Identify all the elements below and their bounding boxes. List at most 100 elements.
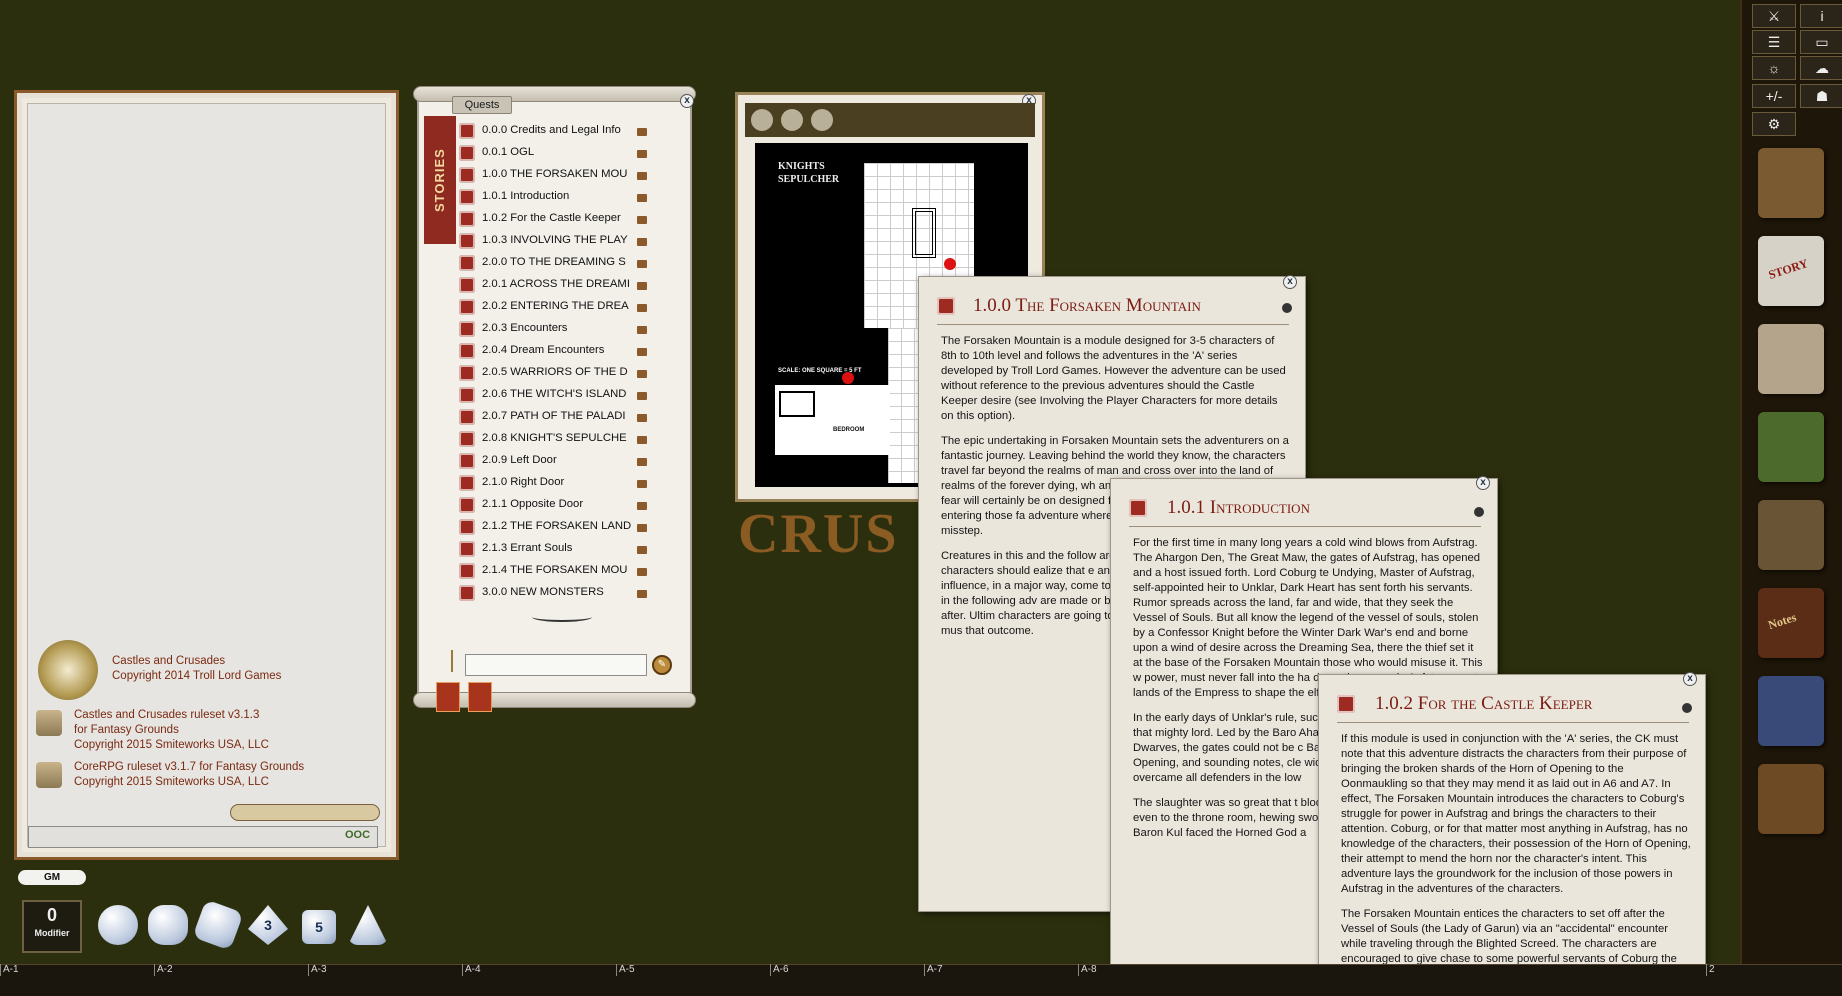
map-pin-icon[interactable] bbox=[842, 372, 854, 384]
story-close-icon[interactable]: x bbox=[1476, 476, 1490, 490]
story-entry-icon[interactable] bbox=[459, 541, 475, 557]
shared-lock-icon[interactable] bbox=[637, 480, 647, 488]
quest-list-item[interactable]: 1.0.2 For the Castle Keeper bbox=[459, 210, 689, 230]
shared-lock-icon[interactable] bbox=[637, 194, 647, 202]
quest-list-item[interactable]: 2.1.1 Opposite Door bbox=[459, 496, 689, 516]
shared-lock-icon[interactable] bbox=[637, 370, 647, 378]
story-close-icon[interactable]: x bbox=[1683, 672, 1697, 686]
weather-icon[interactable]: ☁ bbox=[1800, 56, 1842, 80]
quest-tab-2[interactable] bbox=[468, 682, 492, 712]
shared-lock-icon[interactable] bbox=[637, 128, 647, 136]
chat-mode-select[interactable] bbox=[230, 804, 380, 821]
story-entry-icon[interactable] bbox=[459, 299, 475, 315]
modifier-icon[interactable]: +/- bbox=[1752, 84, 1796, 108]
quest-list-item[interactable]: 2.0.2 ENTERING THE DREA bbox=[459, 298, 689, 318]
eraser-tool-icon[interactable] bbox=[811, 109, 833, 131]
shared-lock-icon[interactable] bbox=[637, 590, 647, 598]
story-entry-icon[interactable] bbox=[459, 189, 475, 205]
quest-tab-1[interactable] bbox=[436, 682, 460, 712]
shared-lock-icon[interactable] bbox=[637, 568, 647, 576]
ooc-toggle[interactable]: OOC bbox=[345, 829, 370, 841]
story-entry-icon[interactable] bbox=[459, 233, 475, 249]
quest-list-item[interactable]: 2.0.0 TO THE DREAMING S bbox=[459, 254, 689, 274]
sidebar-monsters-icon[interactable] bbox=[1758, 412, 1824, 482]
quest-list-item[interactable]: 1.0.1 Introduction bbox=[459, 188, 689, 208]
shared-lock-icon[interactable] bbox=[637, 502, 647, 510]
quest-list-item[interactable]: 1.0.0 THE FORSAKEN MOU bbox=[459, 166, 689, 186]
sidebar-notes-icon[interactable]: Notes bbox=[1758, 588, 1824, 658]
quest-list-item[interactable]: 0.0.0 Credits and Legal Info bbox=[459, 122, 689, 142]
quest-list-item[interactable]: 2.1.4 THE FORSAKEN MOU bbox=[459, 562, 689, 582]
shared-lock-icon[interactable] bbox=[637, 458, 647, 466]
story-entry-icon[interactable] bbox=[459, 409, 475, 425]
chat-input[interactable] bbox=[28, 826, 378, 848]
sidebar-modules-icon[interactable] bbox=[1758, 676, 1824, 746]
link-icon[interactable] bbox=[1282, 303, 1292, 313]
sidebar-pictures-icon[interactable] bbox=[1758, 324, 1824, 394]
story-entry-icon[interactable] bbox=[459, 343, 475, 359]
d6-die-icon[interactable]: 5 bbox=[302, 910, 336, 944]
story-entry-icon[interactable] bbox=[459, 431, 475, 447]
shared-lock-icon[interactable] bbox=[637, 150, 647, 158]
character-icon[interactable]: ☗ bbox=[1800, 84, 1842, 108]
shared-lock-icon[interactable] bbox=[637, 546, 647, 554]
stories-tab[interactable]: STORIES bbox=[424, 116, 456, 244]
shared-lock-icon[interactable] bbox=[637, 436, 647, 444]
quest-list-item[interactable]: 2.0.8 KNIGHT'S SEPULCHE bbox=[459, 430, 689, 450]
quest-list-item[interactable]: 2.0.6 THE WITCH'S ISLAND bbox=[459, 386, 689, 406]
shared-lock-icon[interactable] bbox=[637, 216, 647, 224]
sidebar-story-icon[interactable]: STORY bbox=[1758, 236, 1824, 306]
story-entry-icon[interactable] bbox=[459, 475, 475, 491]
sidebar-library-icon[interactable] bbox=[1758, 764, 1824, 834]
story-entry-icon[interactable] bbox=[459, 519, 475, 535]
image-icon[interactable]: ▭ bbox=[1800, 30, 1842, 54]
story-entry-icon[interactable] bbox=[459, 123, 475, 139]
link-icon[interactable] bbox=[1474, 507, 1484, 517]
d4-die-icon[interactable] bbox=[348, 905, 388, 945]
story-entry-icon[interactable] bbox=[459, 211, 475, 227]
story-entry-icon[interactable] bbox=[459, 321, 475, 337]
story-entry-icon[interactable] bbox=[459, 277, 475, 293]
quest-list-item[interactable]: 2.0.7 PATH OF THE PALADI bbox=[459, 408, 689, 428]
quest-list-item[interactable]: 0.0.1 OGL bbox=[459, 144, 689, 164]
story-entry-icon[interactable] bbox=[459, 585, 475, 601]
quest-list-item[interactable]: 2.0.9 Left Door bbox=[459, 452, 689, 472]
quest-edit-button[interactable]: ✎ bbox=[652, 655, 672, 675]
shared-lock-icon[interactable] bbox=[637, 392, 647, 400]
quest-list-item[interactable]: 2.0.4 Dream Encounters bbox=[459, 342, 689, 362]
shared-lock-icon[interactable] bbox=[637, 326, 647, 334]
story-entry-icon[interactable] bbox=[459, 453, 475, 469]
quests-close-icon[interactable]: x bbox=[680, 94, 694, 108]
options-gear-icon[interactable]: ⚙ bbox=[1752, 112, 1796, 136]
shared-lock-icon[interactable] bbox=[637, 304, 647, 312]
sidebar-items-icon[interactable] bbox=[1758, 500, 1824, 570]
modifier-box[interactable]: 0 Modifier bbox=[22, 900, 82, 953]
d10-die-icon[interactable] bbox=[192, 899, 243, 950]
shared-lock-icon[interactable] bbox=[637, 260, 647, 268]
map-pin-icon[interactable] bbox=[944, 258, 956, 270]
d20-die-icon[interactable] bbox=[98, 905, 138, 945]
shared-lock-icon[interactable] bbox=[637, 172, 647, 180]
story-entry-icon[interactable] bbox=[459, 365, 475, 381]
party-icon[interactable]: i bbox=[1800, 4, 1842, 28]
quest-list-item[interactable]: 3.0.0 NEW MONSTERS bbox=[459, 584, 689, 604]
list-icon[interactable]: ☰ bbox=[1752, 30, 1796, 54]
shared-lock-icon[interactable] bbox=[637, 282, 647, 290]
story-close-icon[interactable]: x bbox=[1283, 275, 1297, 289]
quest-list-item[interactable]: 1.0.3 INVOLVING THE PLAY bbox=[459, 232, 689, 252]
pen-tool-icon[interactable] bbox=[781, 109, 803, 131]
shared-lock-icon[interactable] bbox=[637, 238, 647, 246]
lighting-icon[interactable]: ☼ bbox=[1752, 56, 1796, 80]
quest-list-item[interactable]: 2.0.3 Encounters bbox=[459, 320, 689, 340]
story-entry-icon[interactable] bbox=[459, 497, 475, 513]
shared-lock-icon[interactable] bbox=[637, 414, 647, 422]
d8-die-icon[interactable]: 3 bbox=[248, 905, 288, 945]
gm-identity-badge[interactable]: GM bbox=[18, 870, 86, 885]
shared-lock-icon[interactable] bbox=[637, 348, 647, 356]
mask-tool-icon[interactable] bbox=[751, 109, 773, 131]
link-icon[interactable] bbox=[1682, 703, 1692, 713]
quest-filter-input[interactable] bbox=[465, 654, 647, 676]
quest-list-item[interactable]: 2.1.0 Right Door bbox=[459, 474, 689, 494]
sidebar-characters-icon[interactable] bbox=[1758, 148, 1824, 218]
combat-icon[interactable]: ⚔ bbox=[1752, 4, 1796, 28]
